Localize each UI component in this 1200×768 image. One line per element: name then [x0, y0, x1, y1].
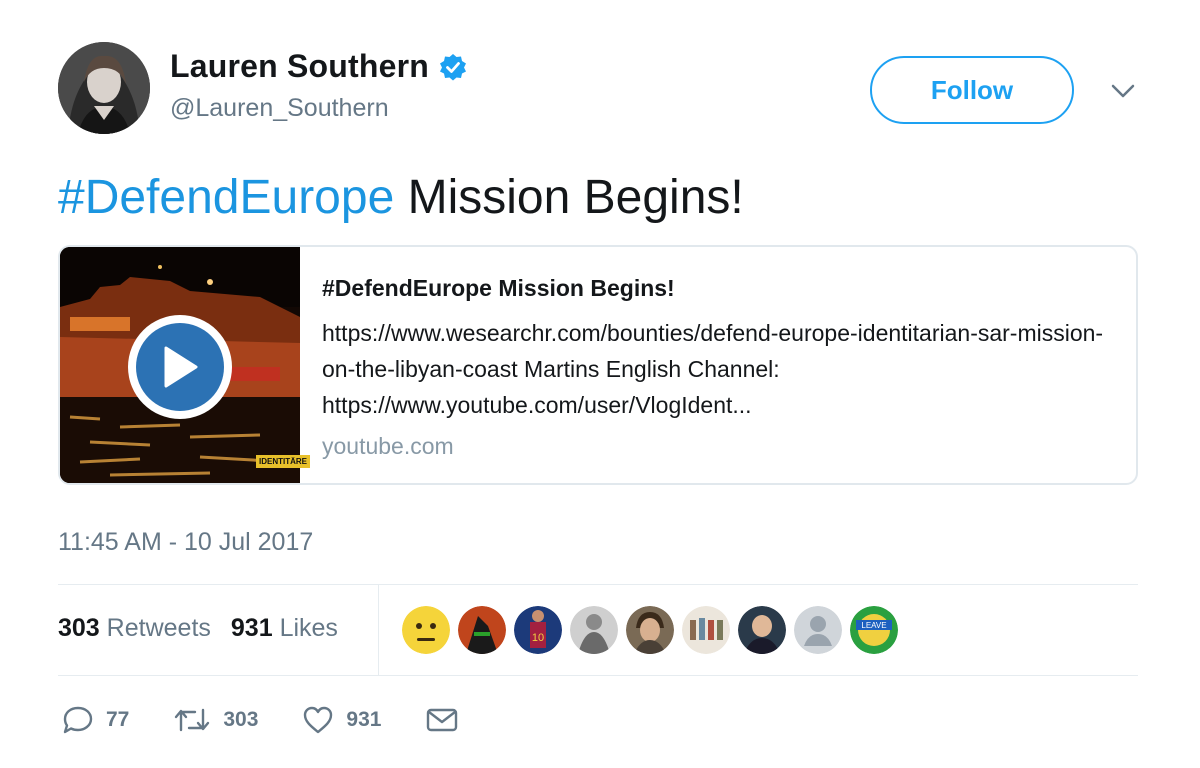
- direct-message-button[interactable]: [425, 706, 459, 734]
- likes-count: 931: [230, 614, 273, 642]
- author-avatar[interactable]: [58, 42, 150, 134]
- card-description: https://www.wesearchr.com/bounties/defen…: [322, 320, 1104, 418]
- divider: [58, 675, 1138, 676]
- liker-avatar[interactable]: [626, 606, 674, 654]
- verified-badge-icon: [439, 53, 467, 81]
- card-domain: youtube.com: [322, 433, 454, 459]
- reply-button[interactable]: 77: [62, 704, 129, 736]
- liker-avatar[interactable]: [738, 606, 786, 654]
- reply-icon: [62, 704, 94, 736]
- play-button[interactable]: [128, 315, 232, 419]
- likes-stat[interactable]: 931 Likes: [231, 614, 338, 643]
- divider: [378, 585, 379, 675]
- link-card[interactable]: IDENTITÄRE #DefendEurope Mission Begins!…: [58, 245, 1138, 485]
- heart-icon: [302, 705, 334, 735]
- liker-avatar[interactable]: [682, 606, 730, 654]
- tweet-text-body: Mission Begins!: [394, 171, 744, 224]
- retweets-count: 303: [58, 614, 100, 642]
- tweet-actions: 77 303 931: [62, 704, 503, 736]
- envelope-icon: [425, 706, 459, 734]
- liker-avatar[interactable]: [794, 606, 842, 654]
- svg-text:10: 10: [532, 632, 544, 644]
- hashtag-link[interactable]: #DefendEurope: [58, 171, 394, 224]
- tweet-text: #DefendEurope Mission Begins!: [58, 170, 744, 226]
- author-name-row: Lauren Southern: [170, 48, 467, 85]
- card-title: #DefendEurope Mission Begins!: [322, 275, 675, 301]
- play-icon: [136, 323, 224, 411]
- like-count: 931: [346, 708, 382, 731]
- liker-avatar[interactable]: [458, 606, 506, 654]
- liker-avatar[interactable]: [402, 606, 450, 654]
- reply-count: 77: [106, 708, 130, 731]
- retweet-count: 303: [223, 708, 259, 731]
- author-name[interactable]: Lauren Southern: [170, 48, 429, 85]
- like-button[interactable]: 931: [302, 705, 381, 735]
- liker-avatars: 10 LEAVE: [402, 606, 906, 654]
- liker-avatar[interactable]: [570, 606, 618, 654]
- tweet-stats: 303 Retweets 931 Likes: [58, 614, 358, 643]
- retweets-stat[interactable]: 303 Retweets: [58, 614, 211, 643]
- retweet-button[interactable]: 303: [173, 704, 258, 736]
- card-body: #DefendEurope Mission Begins! https://ww…: [300, 247, 1136, 483]
- svg-text:LEAVE: LEAVE: [861, 621, 886, 630]
- retweet-icon: [173, 704, 211, 736]
- tweet-timestamp[interactable]: 11:45 AM - 10 Jul 2017: [58, 528, 313, 557]
- retweets-label: Retweets: [106, 614, 211, 642]
- liker-avatar[interactable]: 10: [514, 606, 562, 654]
- chevron-down-icon[interactable]: [1108, 78, 1138, 104]
- likes-label: Likes: [279, 614, 338, 642]
- video-thumbnail[interactable]: IDENTITÄRE: [60, 247, 310, 483]
- follow-button[interactable]: Follow: [870, 56, 1074, 124]
- author-handle[interactable]: @Lauren_Southern: [170, 94, 389, 123]
- video-watermark: IDENTITÄRE: [256, 455, 310, 468]
- liker-avatar[interactable]: LEAVE: [850, 606, 898, 654]
- divider: [58, 584, 1138, 585]
